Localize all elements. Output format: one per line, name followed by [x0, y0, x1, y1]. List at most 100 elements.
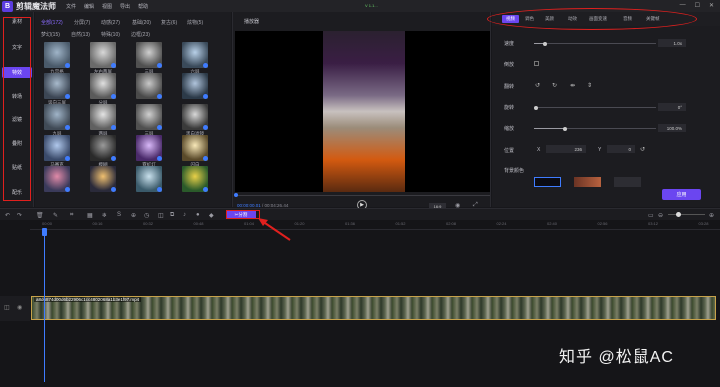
apply-button[interactable]: 应用 — [662, 189, 701, 200]
maximize-icon[interactable]: ☐ — [695, 2, 700, 9]
tab-border[interactable]: 边框(23) — [131, 31, 150, 38]
tab-flash[interactable]: 炫物(5) — [187, 19, 203, 26]
speed-icon[interactable]: S — [117, 212, 121, 218]
download-badge-icon[interactable] — [157, 63, 162, 68]
download-badge-icon[interactable] — [203, 94, 208, 99]
redo-icon[interactable]: ↷ — [17, 212, 22, 219]
timeline-zoom-knob[interactable] — [676, 212, 681, 217]
effect-thumbnail[interactable] — [182, 135, 208, 161]
zoom-clip-icon[interactable]: ⊕ — [131, 212, 136, 219]
download-badge-icon[interactable] — [111, 125, 116, 130]
flip-horizontal-icon[interactable]: ⇹ — [569, 82, 576, 89]
effect-thumbnail[interactable] — [136, 166, 162, 192]
playhead-handle[interactable] — [42, 228, 47, 236]
scale-slider-knob[interactable] — [563, 126, 567, 131]
seek-knob[interactable] — [234, 193, 238, 197]
download-badge-icon[interactable] — [65, 125, 70, 130]
menu-help[interactable]: 帮助 — [138, 3, 148, 10]
scale-slider[interactable] — [534, 126, 656, 131]
speed-slider[interactable] — [534, 41, 656, 46]
minimize-icon[interactable]: — — [680, 2, 686, 9]
scale-value[interactable]: 100.0% — [658, 124, 686, 132]
menu-edit[interactable]: 编辑 — [84, 3, 94, 10]
menu-export[interactable]: 导出 — [120, 3, 130, 10]
effect-thumbnail[interactable] — [136, 135, 162, 161]
effect-thumbnail[interactable] — [44, 42, 70, 68]
download-badge-icon[interactable] — [157, 156, 162, 161]
effect-thumbnail[interactable] — [44, 166, 70, 192]
speed-slider-knob[interactable] — [543, 41, 547, 46]
bg-swatch-custom[interactable] — [614, 177, 641, 187]
download-badge-icon[interactable] — [203, 187, 208, 192]
timeline-zoom-slider[interactable] — [668, 214, 705, 215]
download-badge-icon[interactable] — [157, 94, 162, 99]
effect-thumbnail[interactable] — [136, 73, 162, 99]
flip-vertical-icon[interactable]: ⇕ — [586, 82, 593, 89]
marker-icon[interactable]: ◆ — [209, 212, 214, 219]
effect-thumbnail[interactable] — [182, 104, 208, 130]
delete-icon[interactable]: 🗑 — [36, 212, 44, 219]
zoom-in-icon[interactable]: ⊕ — [709, 212, 714, 219]
fit-icon[interactable]: ▭ — [648, 212, 654, 219]
freeze-icon[interactable]: ❄ — [102, 212, 107, 219]
track-eye-icon[interactable]: ◉ — [17, 304, 22, 311]
close-icon[interactable]: ✕ — [709, 2, 714, 9]
speed-value[interactable]: 1.0x — [658, 39, 686, 47]
tab-split[interactable]: 分屏(7) — [74, 19, 90, 26]
tab-dynamic[interactable]: 动感(27) — [101, 19, 120, 26]
download-badge-icon[interactable] — [65, 156, 70, 161]
effect-thumbnail[interactable] — [182, 42, 208, 68]
rotate-left-icon[interactable]: ↺ — [534, 82, 541, 89]
mirror-icon[interactable]: ◫ — [158, 212, 164, 219]
effect-thumbnail[interactable] — [44, 135, 70, 161]
track-lock-icon[interactable]: ◫ — [4, 304, 10, 311]
download-badge-icon[interactable] — [111, 156, 116, 161]
rotate-value[interactable]: 0° — [658, 103, 686, 111]
pos-x-input[interactable]: 236 — [546, 145, 586, 153]
download-badge-icon[interactable] — [111, 94, 116, 99]
tab-basic[interactable]: 基础(20) — [132, 19, 151, 26]
volume-icon[interactable]: ♪ — [183, 212, 186, 218]
effect-thumbnail[interactable] — [90, 42, 116, 68]
pos-y-input[interactable]: 0 — [607, 145, 635, 153]
zoom-out-icon[interactable]: ⊖ — [658, 212, 663, 219]
mic-icon[interactable]: ● — [196, 212, 200, 218]
timeline-ruler[interactable]: 00:00 00:16 00:32 00:48 01:04 01:20 01:36 01:52… — [30, 220, 720, 230]
rotate-slider-knob[interactable] — [534, 105, 538, 110]
download-badge-icon[interactable] — [65, 63, 70, 68]
effect-thumbnail[interactable] — [90, 135, 116, 161]
edit-icon[interactable]: ✎ — [53, 212, 58, 219]
download-badge-icon[interactable] — [111, 63, 116, 68]
effect-thumbnail[interactable] — [90, 73, 116, 99]
effect-thumbnail[interactable] — [90, 166, 116, 192]
effect-thumbnail[interactable] — [182, 166, 208, 192]
bg-swatch-blur[interactable] — [574, 177, 601, 187]
menu-file[interactable]: 文件 — [66, 3, 76, 10]
download-badge-icon[interactable] — [65, 94, 70, 99]
download-badge-icon[interactable] — [65, 187, 70, 192]
tab-special[interactable]: 特殊(10) — [101, 31, 120, 38]
download-badge-icon[interactable] — [111, 187, 116, 192]
download-badge-icon[interactable] — [203, 156, 208, 161]
crop-icon[interactable]: ⌗ — [70, 212, 73, 219]
video-clip[interactable]: a8d6874d00d6b22906c1cc4802068a1b3e1f97.m… — [31, 296, 716, 320]
download-badge-icon[interactable] — [203, 63, 208, 68]
bg-swatch-black[interactable] — [534, 177, 561, 187]
effect-thumbnail[interactable] — [44, 73, 70, 99]
tab-dream[interactable]: 梦幻(15) — [41, 31, 60, 38]
effect-thumbnail[interactable] — [136, 104, 162, 130]
download-badge-icon[interactable] — [203, 125, 208, 130]
tab-nature[interactable]: 自然(13) — [71, 31, 90, 38]
copy-icon[interactable]: ⧉ — [170, 212, 174, 219]
effect-thumbnail[interactable] — [182, 73, 208, 99]
reset-icon[interactable]: ↺ — [639, 146, 646, 153]
effect-thumbnail[interactable] — [90, 104, 116, 130]
tab-all[interactable]: 全部(172) — [41, 19, 63, 26]
undo-icon[interactable]: ↶ — [5, 212, 10, 219]
mosaic-icon[interactable]: ▦ — [87, 212, 93, 219]
rotate-right-icon[interactable]: ↻ — [551, 82, 558, 89]
download-badge-icon[interactable] — [157, 187, 162, 192]
effect-thumbnail[interactable] — [44, 104, 70, 130]
timer-icon[interactable]: ◷ — [144, 212, 149, 219]
tab-retro[interactable]: 复古(6) — [161, 19, 177, 26]
